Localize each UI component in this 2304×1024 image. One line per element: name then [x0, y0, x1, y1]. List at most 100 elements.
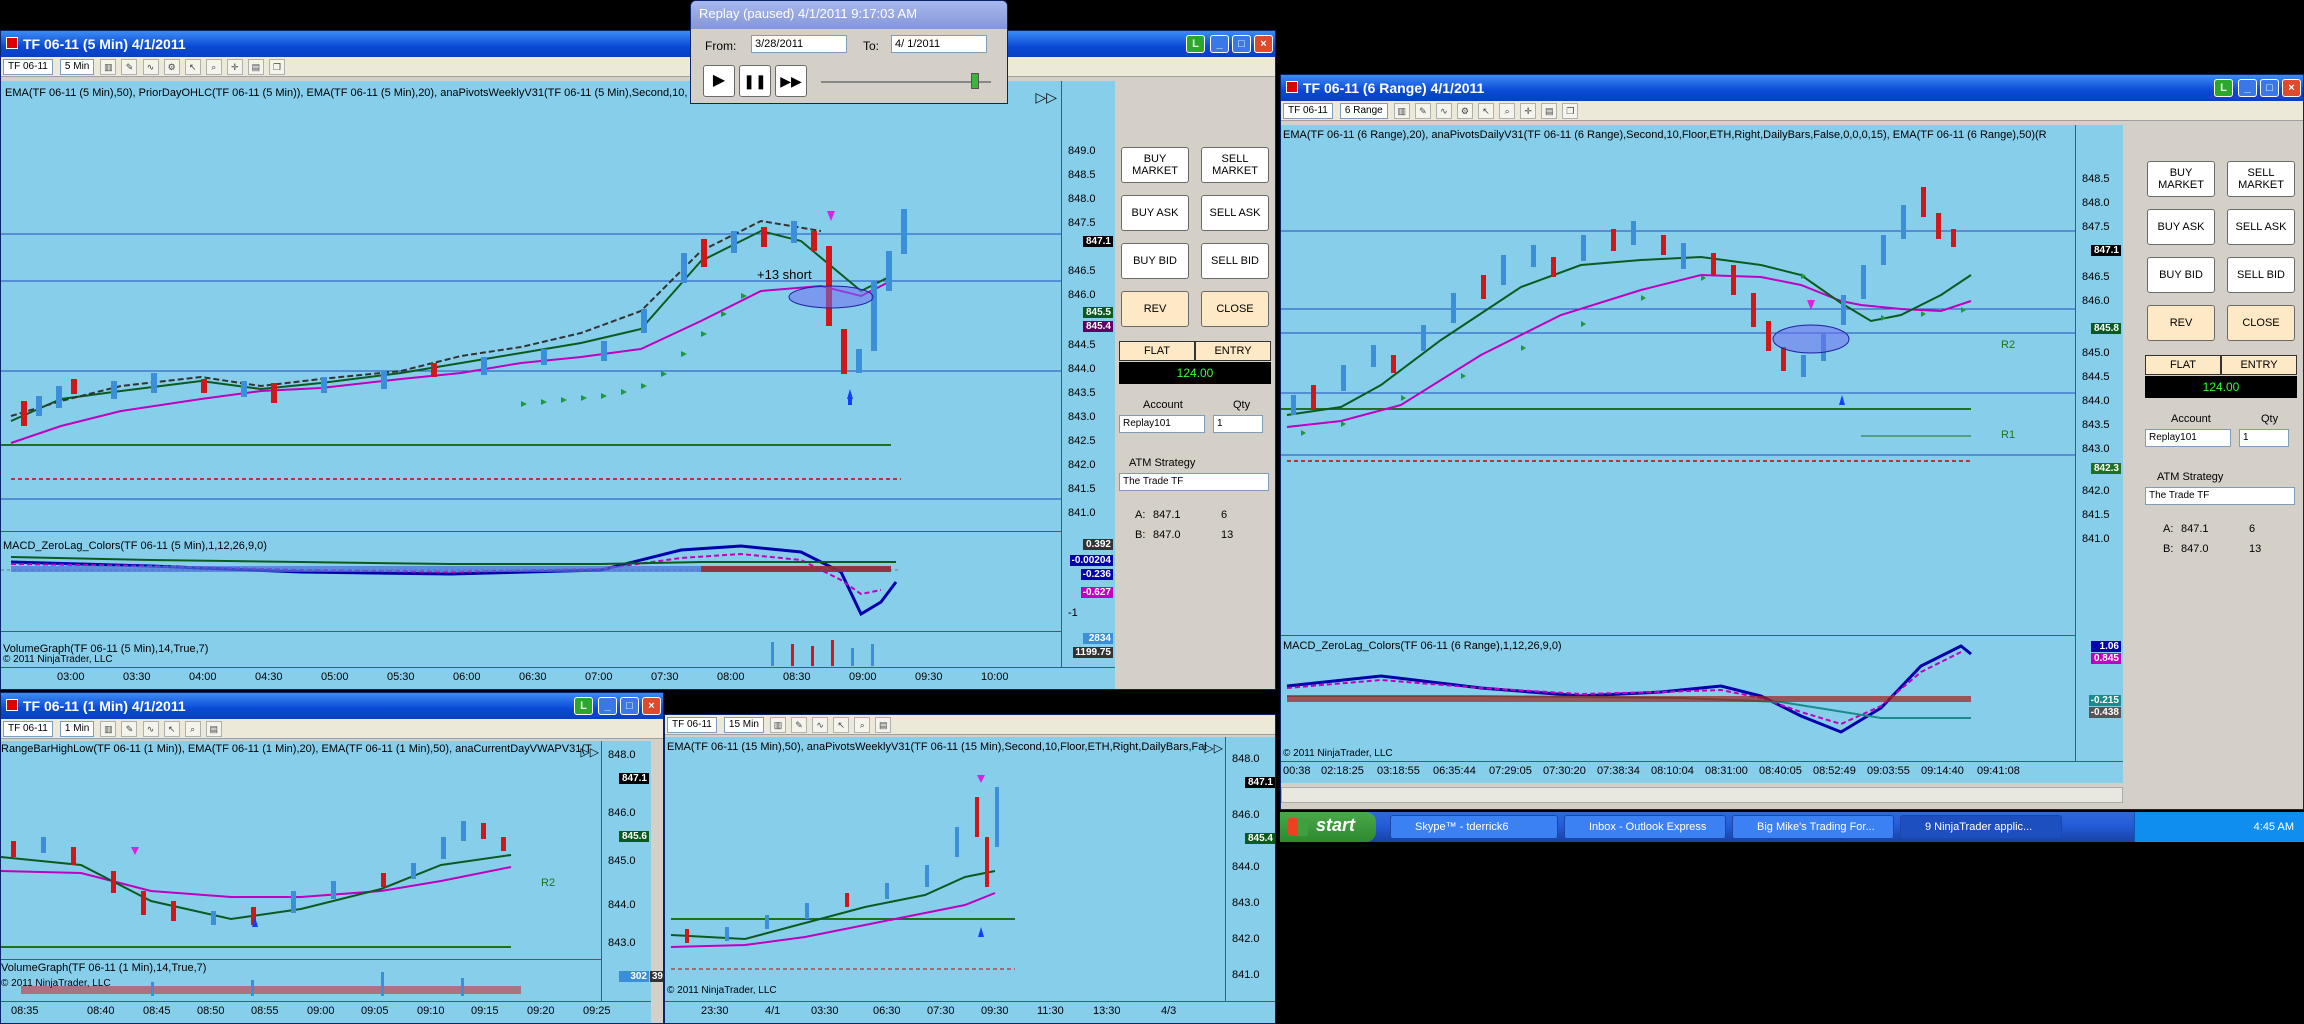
indicator-icon[interactable]: ∿ [1435, 103, 1452, 119]
zoom-icon[interactable]: ⌕ [184, 721, 201, 737]
instrument-select[interactable]: TF 06-11 [1283, 103, 1333, 119]
pencil-icon[interactable]: ✎ [1414, 103, 1431, 119]
macd-axis: 0.392 -0.00204 -0.236 -0.627 -1 [1061, 531, 1115, 631]
price-chart[interactable]: EMA(TF 06-11 (6 Range),20), anaPivotsDai… [1281, 125, 2075, 635]
sell-market-button[interactable]: SELL MARKET [2227, 161, 2295, 197]
properties-icon[interactable]: ▤ [1541, 103, 1558, 119]
bars-icon[interactable]: ▥ [100, 59, 117, 75]
crosshair-icon[interactable]: ✛ [226, 59, 243, 75]
volume-bars [21, 972, 521, 996]
instrument-select[interactable]: TF 06-11 [3, 721, 53, 737]
properties-icon[interactable]: ▤ [205, 721, 222, 737]
copy-icon[interactable]: ❐ [1562, 103, 1579, 119]
zoom-icon[interactable]: ⌕ [1499, 103, 1516, 119]
link-button[interactable]: L [2214, 79, 2233, 97]
qty-stepper[interactable]: 1 [1213, 415, 1263, 433]
copy-icon[interactable]: ❐ [268, 59, 285, 75]
window-title: TF 06-11 (1 Min) 4/1/2011 [23, 698, 186, 714]
buy-ask-button[interactable]: BUY ASK [2147, 209, 2215, 245]
bars-icon[interactable]: ▥ [769, 717, 786, 733]
close-button[interactable]: × [1254, 35, 1273, 53]
indicator-icon[interactable]: ∿ [142, 59, 159, 75]
bid-price: 847.0 [1153, 529, 1181, 541]
sell-bid-button[interactable]: SELL BID [2227, 257, 2295, 293]
account-select[interactable]: Replay101 [1119, 415, 1205, 433]
slider-thumb[interactable] [971, 73, 979, 89]
taskbar-item-skype[interactable]: Skype™ - tderrick6 [1390, 815, 1558, 839]
indicator-icon[interactable]: ∿ [812, 717, 829, 733]
replay-speed-slider[interactable] [821, 81, 991, 83]
close-button[interactable]: × [642, 697, 661, 715]
cursor-icon[interactable]: ↖ [184, 59, 201, 75]
zoom-icon[interactable]: ⌕ [205, 59, 222, 75]
pencil-icon[interactable]: ✎ [791, 717, 808, 733]
sell-ask-button[interactable]: SELL ASK [1201, 195, 1269, 231]
buy-bid-button[interactable]: BUY BID [1121, 243, 1189, 279]
macd-pane[interactable]: MACD_ZeroLag_Colors(TF 06-11 (6 Range),1… [1281, 635, 2075, 761]
maximize-button[interactable]: □ [1232, 35, 1251, 53]
atm-select[interactable]: The Trade TF [1119, 473, 1269, 491]
play-button[interactable]: ▶ [703, 65, 735, 97]
buy-ask-button[interactable]: BUY ASK [1121, 195, 1189, 231]
crosshair-icon[interactable]: ✛ [1520, 103, 1537, 119]
sell-ask-button[interactable]: SELL ASK [2227, 209, 2295, 245]
sell-bid-button[interactable]: SELL BID [1201, 243, 1269, 279]
close-position-button[interactable]: CLOSE [2227, 305, 2295, 341]
to-date-picker[interactable]: 4/ 1/2011 [891, 35, 987, 53]
pause-button[interactable]: ❚❚ [739, 65, 771, 97]
reverse-button[interactable]: REV [2147, 305, 2215, 341]
minimize-button[interactable]: _ [598, 697, 617, 715]
close-button[interactable]: × [2282, 79, 2301, 97]
price-plot [1281, 187, 2075, 462]
price-chart[interactable]: EMA(TF 06-11 (15 Min),50), anaPivotsWeek… [665, 737, 1225, 1001]
taskbar-item-ninjatrader[interactable]: 9 NinjaTrader applic... [1900, 815, 2062, 839]
interval-select[interactable]: 5 Min [59, 59, 95, 75]
fast-forward-button[interactable]: ▶▶ [775, 65, 807, 97]
macd-pane[interactable]: MACD_ZeroLag_Colors(TF 06-11 (5 Min),1,1… [1, 531, 1061, 631]
minimize-button[interactable]: _ [2238, 79, 2257, 97]
properties-icon[interactable]: ▤ [875, 717, 892, 733]
buy-bid-button[interactable]: BUY BID [2147, 257, 2215, 293]
properties-icon[interactable]: ▤ [247, 59, 264, 75]
cursor-icon[interactable]: ↖ [1478, 103, 1495, 119]
cursor-icon[interactable]: ↖ [163, 721, 180, 737]
sell-market-button[interactable]: SELL MARKET [1201, 147, 1269, 183]
horizontal-scrollbar[interactable] [1281, 787, 2123, 803]
interval-select[interactable]: 6 Range [1339, 103, 1388, 119]
strategy-icon[interactable]: ⚙ [163, 59, 180, 75]
instrument-select[interactable]: TF 06-11 [667, 717, 717, 733]
bars-icon[interactable]: ▥ [1393, 103, 1410, 119]
time-axis: 03:00 03:30 04:00 04:30 05:00 05:30 06:00 06… [1, 667, 1115, 689]
interval-select[interactable]: 15 Min [723, 717, 764, 733]
reverse-button[interactable]: REV [1121, 291, 1189, 327]
link-button[interactable]: L [1186, 35, 1205, 53]
minimize-button[interactable]: _ [1210, 35, 1229, 53]
cursor-icon[interactable]: ↖ [833, 717, 850, 733]
maximize-button[interactable]: □ [2260, 79, 2279, 97]
chart-toolbar: TF 06-11 15 Min ▥ ✎ ∿ ↖ ⌕ ▤ [665, 715, 1275, 735]
price-chart[interactable]: RangeBarHighLow(TF 06-11 (1 Min)), EMA(T… [1, 741, 601, 959]
buy-market-button[interactable]: BUY MARKET [2147, 161, 2215, 197]
pencil-icon[interactable]: ✎ [121, 59, 138, 75]
atm-select[interactable]: The Trade TF [2145, 487, 2295, 505]
bars-icon[interactable]: ▥ [100, 721, 117, 737]
indicator-icon[interactable]: ∿ [142, 721, 159, 737]
volume-pane[interactable]: VolumeGraph(TF 06-11 (5 Min),14,True,7) … [1, 631, 1061, 667]
qty-stepper[interactable]: 1 [2239, 429, 2289, 447]
taskbar-item-outlook[interactable]: Inbox - Outlook Express [1564, 815, 1726, 839]
account-select[interactable]: Replay101 [2145, 429, 2231, 447]
maximize-button[interactable]: □ [620, 697, 639, 715]
zoom-icon[interactable]: ⌕ [854, 717, 871, 733]
start-button[interactable]: start [1280, 812, 1376, 842]
taskbar-item-browser[interactable]: Big Mike's Trading For... [1732, 815, 1894, 839]
pencil-icon[interactable]: ✎ [121, 721, 138, 737]
buy-market-button[interactable]: BUY MARKET [1121, 147, 1189, 183]
interval-select[interactable]: 1 Min [59, 721, 95, 737]
link-button[interactable]: L [574, 697, 593, 715]
volume-pane[interactable]: VolumeGraph(TF 06-11 (1 Min),14,True,7) … [1, 959, 601, 1001]
price-chart[interactable]: EMA(TF 06-11 (5 Min),50), PriorDayOHLC(T… [1, 81, 1061, 531]
instrument-select[interactable]: TF 06-11 [3, 59, 53, 75]
close-position-button[interactable]: CLOSE [1201, 291, 1269, 327]
strategy-icon[interactable]: ⚙ [1456, 103, 1473, 119]
from-date-picker[interactable]: 3/28/2011 [751, 35, 847, 53]
